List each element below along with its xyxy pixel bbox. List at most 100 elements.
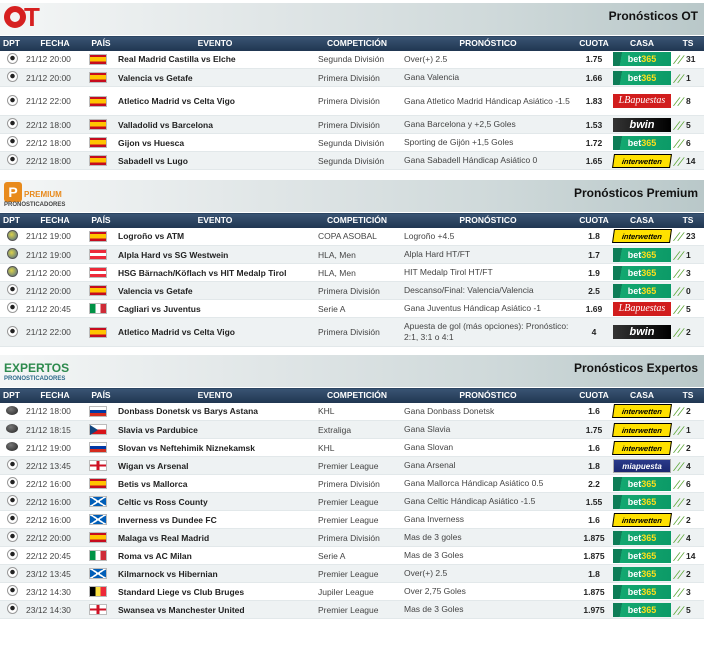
- bet365-logo-button[interactable]: bet365: [613, 70, 671, 85]
- column-header-evento[interactable]: EVENTO: [116, 212, 314, 228]
- event-link[interactable]: Malaga vs Real Madrid: [116, 528, 314, 547]
- bet365-logo-button[interactable]: bet365: [613, 584, 671, 599]
- bet365-logo-button[interactable]: bet365: [613, 283, 671, 298]
- event-link[interactable]: Swansea vs Manchester United: [116, 600, 314, 619]
- column-header-fecha[interactable]: FECHA: [24, 212, 86, 228]
- column-header-pais[interactable]: PAÍS: [86, 387, 116, 403]
- column-header-dpt[interactable]: DPT: [0, 387, 24, 403]
- interwetten-logo-button[interactable]: interwetten: [612, 153, 672, 168]
- column-header-pronostico[interactable]: PRONÓSTICO: [400, 212, 576, 228]
- table-row[interactable]: 23/12 13:45 Kilmarnock vs Hibernian Premie…: [0, 564, 704, 583]
- table-row[interactable]: 22/12 16:00 Celtic vs Ross County Premier …: [0, 492, 704, 511]
- event-link[interactable]: Atletico Madrid vs Celta Vigo: [116, 317, 314, 347]
- event-link[interactable]: Valencia vs Getafe: [116, 281, 314, 300]
- column-header-pais[interactable]: PAÍS: [86, 212, 116, 228]
- event-link[interactable]: Real Madrid Castilla vs Elche: [116, 50, 314, 69]
- table-row[interactable]: 22/12 18:00 Sabadell vs Lugo Segunda Divis…: [0, 151, 704, 170]
- interwetten-logo-button[interactable]: interwetten: [612, 422, 672, 437]
- table-row[interactable]: 21/12 20:45 Cagliari vs Juventus Serie A Ga…: [0, 299, 704, 318]
- event-link[interactable]: Slovan vs Neftehimik Niznekamsk: [116, 438, 314, 457]
- premium-logo[interactable]: P PREMIUM PRONOSTICADORES: [4, 182, 65, 208]
- table-row[interactable]: 22/12 20:45 Roma vs AC Milan Serie A Mas de…: [0, 546, 704, 565]
- event-link[interactable]: Cagliari vs Juventus: [116, 299, 314, 318]
- table-row[interactable]: 23/12 14:30 Swansea vs Manchester United P…: [0, 600, 704, 619]
- table-row[interactable]: 21/12 18:00 Donbass Donetsk vs Barys Asta…: [0, 402, 704, 421]
- column-header-fecha[interactable]: FECHA: [24, 387, 86, 403]
- table-row[interactable]: 21/12 19:00 Alpla Hard vs SG Westwein HLA,…: [0, 245, 704, 264]
- table-row[interactable]: 21/12 22:00 Atletico Madrid vs Celta Vigo…: [0, 86, 704, 116]
- column-header-cuota[interactable]: CUOTA: [576, 387, 612, 403]
- column-header-evento[interactable]: EVENTO: [116, 35, 314, 51]
- table-row[interactable]: 21/12 18:15 Slavia vs Pardubice Extraliga G…: [0, 420, 704, 439]
- event-link[interactable]: Sabadell vs Lugo: [116, 151, 314, 170]
- column-header-casa[interactable]: CASA: [612, 212, 672, 228]
- event-link[interactable]: Betis vs Mallorca: [116, 474, 314, 493]
- column-header-pais[interactable]: PAÍS: [86, 35, 116, 51]
- column-header-pronostico[interactable]: PRONÓSTICO: [400, 35, 576, 51]
- column-header-cuota[interactable]: CUOTA: [576, 212, 612, 228]
- column-header-competicion[interactable]: COMPETICIÓN: [314, 35, 400, 51]
- event-link[interactable]: Valencia vs Getafe: [116, 68, 314, 87]
- bwin-logo-button[interactable]: bwin: [613, 117, 671, 132]
- column-header-pronostico[interactable]: PRONÓSTICO: [400, 387, 576, 403]
- table-row[interactable]: 21/12 19:00 Slovan vs Neftehimik Niznekam…: [0, 438, 704, 457]
- event-link[interactable]: Valladolid vs Barcelona: [116, 115, 314, 134]
- column-header-dpt[interactable]: DPT: [0, 35, 24, 51]
- bet365-logo-button[interactable]: bet365: [613, 265, 671, 280]
- event-link[interactable]: Logroño vs ATM: [116, 227, 314, 246]
- event-link[interactable]: Atletico Madrid vs Celta Vigo: [116, 86, 314, 116]
- table-row[interactable]: 21/12 19:00 Logroño vs ATM COPA ASOBAL Logr…: [0, 227, 704, 246]
- bet365-logo-button[interactable]: bet365: [613, 135, 671, 150]
- bet365-logo-button[interactable]: bet365: [613, 52, 671, 67]
- event-link[interactable]: Donbass Donetsk vs Barys Astana: [116, 402, 314, 421]
- event-link[interactable]: HSG Bärnach/Köflach vs HIT Medalp Tirol: [116, 263, 314, 282]
- event-link[interactable]: Slavia vs Pardubice: [116, 420, 314, 439]
- table-row[interactable]: 23/12 14:30 Standard Liege vs Club Bruges…: [0, 582, 704, 601]
- lbapuestas-logo-button[interactable]: LBapuestas: [613, 301, 671, 316]
- column-header-ts[interactable]: TS: [672, 35, 704, 51]
- table-row[interactable]: 21/12 20:00 HSG Bärnach/Köflach vs HIT Me…: [0, 263, 704, 282]
- event-link[interactable]: Gijon vs Huesca: [116, 133, 314, 152]
- column-header-fecha[interactable]: FECHA: [24, 35, 86, 51]
- column-header-competicion[interactable]: COMPETICIÓN: [314, 387, 400, 403]
- table-row[interactable]: 21/12 20:00 Valencia vs Getafe Primera Div…: [0, 281, 704, 300]
- bwin-logo-button[interactable]: bwin: [613, 325, 671, 339]
- event-link[interactable]: Kilmarnock vs Hibernian: [116, 564, 314, 583]
- bet365-logo-button[interactable]: bet365: [613, 566, 671, 581]
- table-row[interactable]: 22/12 20:00 Malaga vs Real Madrid Primera …: [0, 528, 704, 547]
- event-link[interactable]: Wigan vs Arsenal: [116, 456, 314, 475]
- table-row[interactable]: 21/12 22:00 Atletico Madrid vs Celta Vigo…: [0, 317, 704, 347]
- table-row[interactable]: 22/12 18:00 Gijon vs Huesca Segunda Divisi…: [0, 133, 704, 152]
- bet365-logo-button[interactable]: bet365: [613, 476, 671, 491]
- lbapuestas-logo-button[interactable]: LBapuestas: [613, 94, 671, 108]
- interwetten-logo-button[interactable]: interwetten: [612, 440, 672, 455]
- event-link[interactable]: Celtic vs Ross County: [116, 492, 314, 511]
- ot-logo[interactable]: T: [4, 4, 40, 30]
- column-header-casa[interactable]: CASA: [612, 35, 672, 51]
- event-link[interactable]: Standard Liege vs Club Bruges: [116, 582, 314, 601]
- bet365-logo-button[interactable]: bet365: [613, 548, 671, 563]
- bet365-logo-button[interactable]: bet365: [613, 247, 671, 262]
- column-header-ts[interactable]: TS: [672, 212, 704, 228]
- interwetten-logo-button[interactable]: interwetten: [612, 512, 672, 527]
- column-header-cuota[interactable]: CUOTA: [576, 35, 612, 51]
- column-header-evento[interactable]: EVENTO: [116, 387, 314, 403]
- interwetten-logo-button[interactable]: interwetten: [612, 404, 672, 419]
- table-row[interactable]: 22/12 13:45 Wigan vs Arsenal Premier Leagu…: [0, 456, 704, 475]
- miapuesta-logo-button[interactable]: miapuesta: [613, 458, 671, 473]
- column-header-competicion[interactable]: COMPETICIÓN: [314, 212, 400, 228]
- event-link[interactable]: Roma vs AC Milan: [116, 546, 314, 565]
- table-row[interactable]: 21/12 20:00 Valencia vs Getafe Primera Div…: [0, 68, 704, 87]
- table-row[interactable]: 22/12 16:00 Betis vs Mallorca Primera Divi…: [0, 474, 704, 493]
- event-link[interactable]: Alpla Hard vs SG Westwein: [116, 245, 314, 264]
- bet365-logo-button[interactable]: bet365: [613, 530, 671, 545]
- column-header-dpt[interactable]: DPT: [0, 212, 24, 228]
- table-row[interactable]: 21/12 20:00 Real Madrid Castilla vs Elche…: [0, 50, 704, 69]
- event-link[interactable]: Inverness vs Dundee FC: [116, 510, 314, 529]
- table-row[interactable]: 22/12 18:00 Valladolid vs Barcelona Primer…: [0, 115, 704, 134]
- bet365-logo-button[interactable]: bet365: [613, 602, 671, 617]
- table-row[interactable]: 22/12 16:00 Inverness vs Dundee FC Premier…: [0, 510, 704, 529]
- column-header-casa[interactable]: CASA: [612, 387, 672, 403]
- bet365-logo-button[interactable]: bet365: [613, 494, 671, 509]
- interwetten-logo-button[interactable]: interwetten: [612, 229, 672, 244]
